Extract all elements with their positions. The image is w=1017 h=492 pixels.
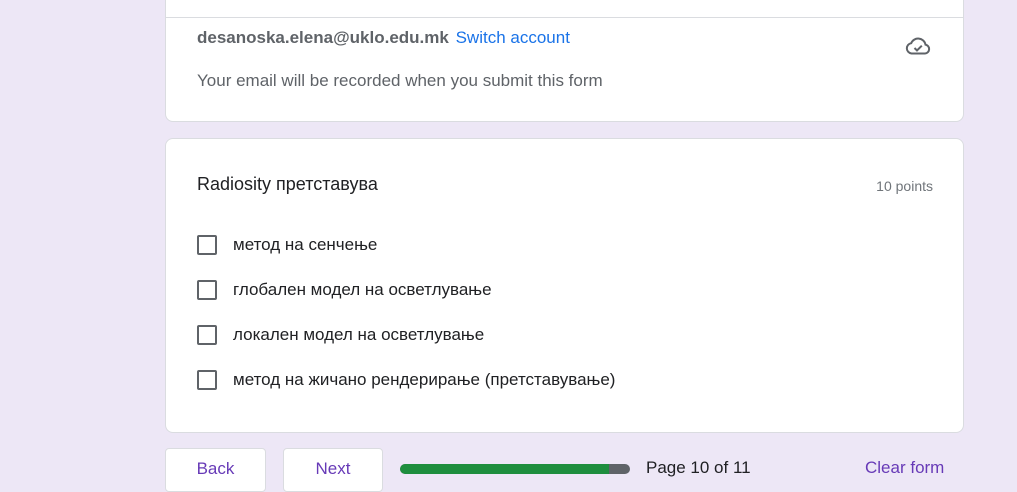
checkbox-option[interactable]: локален модел на осветлување — [197, 322, 484, 348]
checkbox-option[interactable]: глобален модел на осветлување — [197, 277, 492, 303]
switch-account-link[interactable]: Switch account — [456, 28, 570, 47]
account-email: desanoska.elena@uklo.edu.mk — [197, 28, 449, 47]
option-label: метод на сенчење — [233, 235, 378, 254]
checkbox[interactable] — [197, 325, 217, 345]
cloud-done-icon — [905, 37, 931, 55]
checkbox[interactable] — [197, 235, 217, 255]
question-card: Radiosity претставува 10 points метод на… — [165, 138, 964, 433]
option-label: глобален модел на осветлување — [233, 280, 492, 299]
back-button[interactable]: Back — [165, 448, 266, 492]
checkbox-option[interactable]: метод на жичано рендерирање (претставува… — [197, 367, 615, 393]
checkbox[interactable] — [197, 370, 217, 390]
page-indicator: Page 10 of 11 — [646, 458, 751, 477]
question-title: Radiosity претставува — [197, 174, 378, 194]
clear-form-button[interactable]: Clear form — [865, 458, 944, 478]
checkbox-option[interactable]: метод на сенчење — [197, 232, 377, 258]
email-recorded-note: Your email will be recorded when you sub… — [197, 71, 603, 90]
question-points: 10 points — [876, 178, 933, 194]
account-row: desanoska.elena@uklo.edu.mk Switch accou… — [197, 28, 570, 48]
checkbox[interactable] — [197, 280, 217, 300]
option-label: метод на жичано рендерирање (претставува… — [233, 370, 616, 389]
next-button[interactable]: Next — [283, 448, 383, 492]
option-label: локален модел на осветлување — [233, 325, 485, 344]
account-card: desanoska.elena@uklo.edu.mk Switch accou… — [165, 0, 964, 122]
progress-fill — [400, 464, 610, 474]
progress-bar — [400, 464, 630, 474]
card-divider — [166, 17, 963, 18]
